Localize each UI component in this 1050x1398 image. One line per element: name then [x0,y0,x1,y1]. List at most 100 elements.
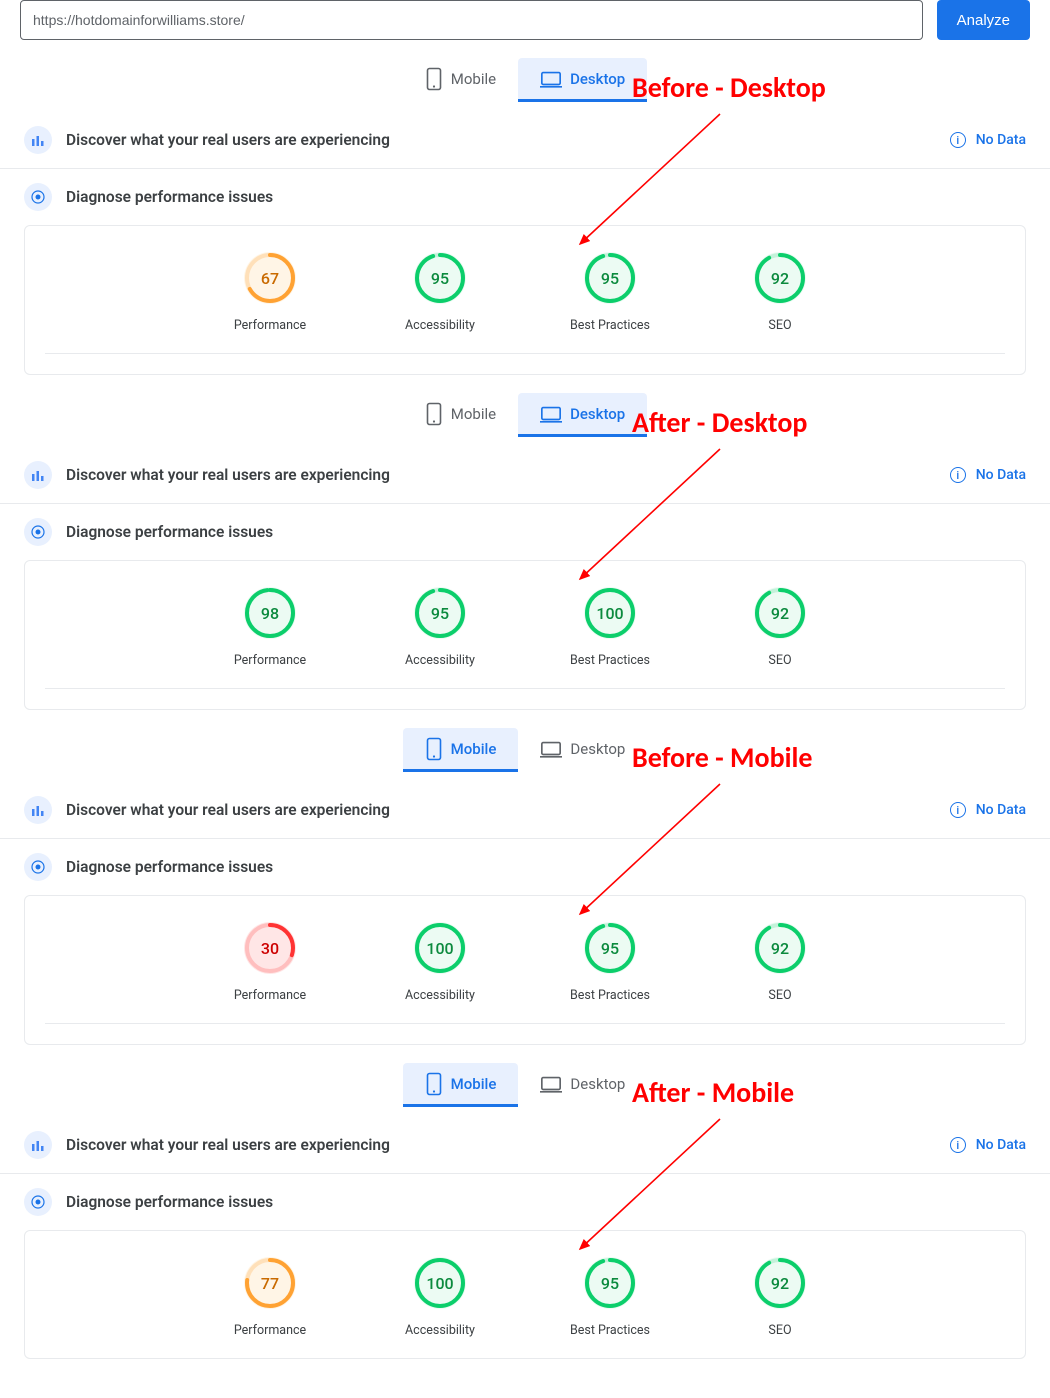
tab-desktop-label: Desktop [570,70,625,88]
score-value: 95 [584,922,636,974]
score-label: SEO [768,1323,791,1338]
tab-mobile-label: Mobile [451,70,496,88]
diagnose-icon [24,183,52,211]
users-icon [24,1131,52,1159]
no-data-indicator[interactable]: i No Data [950,132,1026,148]
tab-desktop[interactable]: Desktop [518,1063,647,1107]
score-gauge: 92 SEO [730,922,830,1003]
users-icon [24,796,52,824]
score-label: SEO [768,653,791,668]
section-diagnose-title: Diagnose performance issues [66,1193,273,1211]
score-label: Performance [234,1323,306,1338]
score-value: 92 [754,587,806,639]
section-discover-title: Discover what your real users are experi… [66,131,390,149]
tab-mobile[interactable]: Mobile [403,728,519,772]
tab-desktop-label: Desktop [570,405,625,423]
tab-mobile-label: Mobile [451,405,496,423]
desktop-icon [540,738,562,760]
score-value: 67 [244,252,296,304]
score-value: 30 [244,922,296,974]
mobile-icon [425,1072,443,1096]
tab-mobile[interactable]: Mobile [403,58,518,102]
section-discover-title: Discover what your real users are experi… [66,1136,390,1154]
score-gauge: 100 Best Practices [560,587,660,668]
section-diagnose: Diagnose performance issues [0,504,1050,560]
score-label: Best Practices [570,318,650,333]
section-diagnose-title: Diagnose performance issues [66,523,273,541]
score-gauge: 95 Accessibility [390,587,490,668]
section-diagnose: Diagnose performance issues [0,839,1050,895]
score-gauge: 98 Performance [220,587,320,668]
section-discover: Discover what your real users are experi… [0,1117,1050,1174]
no-data-indicator[interactable]: i No Data [950,802,1026,818]
score-label: Best Practices [570,653,650,668]
score-gauge: 95 Accessibility [390,252,490,333]
score-gauge: 100 Accessibility [390,922,490,1003]
no-data-label: No Data [976,1137,1026,1153]
tab-mobile[interactable]: Mobile [403,1063,519,1107]
section-discover: Discover what your real users are experi… [0,112,1050,169]
section-diagnose-title: Diagnose performance issues [66,858,273,876]
section-discover-title: Discover what your real users are experi… [66,801,390,819]
score-gauge: 92 SEO [730,1257,830,1338]
score-label: SEO [768,318,791,333]
url-input[interactable] [20,0,923,40]
section-discover: Discover what your real users are experi… [0,782,1050,839]
tab-mobile-label: Mobile [451,740,497,758]
section-diagnose: Diagnose performance issues [0,1174,1050,1230]
score-label: Best Practices [570,988,650,1003]
score-gauge: 100 Accessibility [390,1257,490,1338]
score-gauge: 92 SEO [730,252,830,333]
score-value: 92 [754,252,806,304]
diagnose-icon [24,1188,52,1216]
no-data-label: No Data [976,132,1026,148]
info-icon: i [950,802,966,818]
score-value: 95 [414,587,466,639]
score-value: 98 [244,587,296,639]
tab-mobile[interactable]: Mobile [403,393,518,437]
section-discover: Discover what your real users are experi… [0,447,1050,504]
score-gauge: 95 Best Practices [560,1257,660,1338]
score-value: 95 [584,252,636,304]
score-gauge: 30 Performance [220,922,320,1003]
mobile-icon [425,737,443,761]
diagnose-icon [24,853,52,881]
score-value: 100 [584,587,636,639]
score-gauge: 92 SEO [730,587,830,668]
tab-mobile-label: Mobile [451,1075,497,1093]
score-gauge: 95 Best Practices [560,922,660,1003]
section-discover-title: Discover what your real users are experi… [66,466,390,484]
score-label: Best Practices [570,1323,650,1338]
section-diagnose-title: Diagnose performance issues [66,188,273,206]
analyze-button[interactable]: Analyze [937,0,1030,40]
score-value: 100 [414,922,466,974]
users-icon [24,461,52,489]
tab-desktop[interactable]: Desktop [518,58,647,102]
score-label: Accessibility [405,1323,475,1338]
info-icon: i [950,1137,966,1153]
score-gauge: 95 Best Practices [560,252,660,333]
score-value: 92 [754,1257,806,1309]
score-label: Performance [234,988,306,1003]
score-label: Performance [234,318,306,333]
tab-desktop[interactable]: Desktop [518,393,647,437]
users-icon [24,126,52,154]
score-value: 95 [584,1257,636,1309]
score-value: 95 [414,252,466,304]
score-gauge: 67 Performance [220,252,320,333]
score-value: 77 [244,1257,296,1309]
mobile-icon [425,402,443,426]
info-icon: i [950,467,966,483]
diagnose-icon [24,518,52,546]
desktop-icon [540,68,562,90]
score-label: Performance [234,653,306,668]
score-label: Accessibility [405,653,475,668]
section-diagnose: Diagnose performance issues [0,169,1050,225]
no-data-indicator[interactable]: i No Data [950,467,1026,483]
no-data-label: No Data [976,467,1026,483]
no-data-indicator[interactable]: i No Data [950,1137,1026,1153]
info-icon: i [950,132,966,148]
tab-desktop[interactable]: Desktop [518,728,647,772]
desktop-icon [540,403,562,425]
no-data-label: No Data [976,802,1026,818]
